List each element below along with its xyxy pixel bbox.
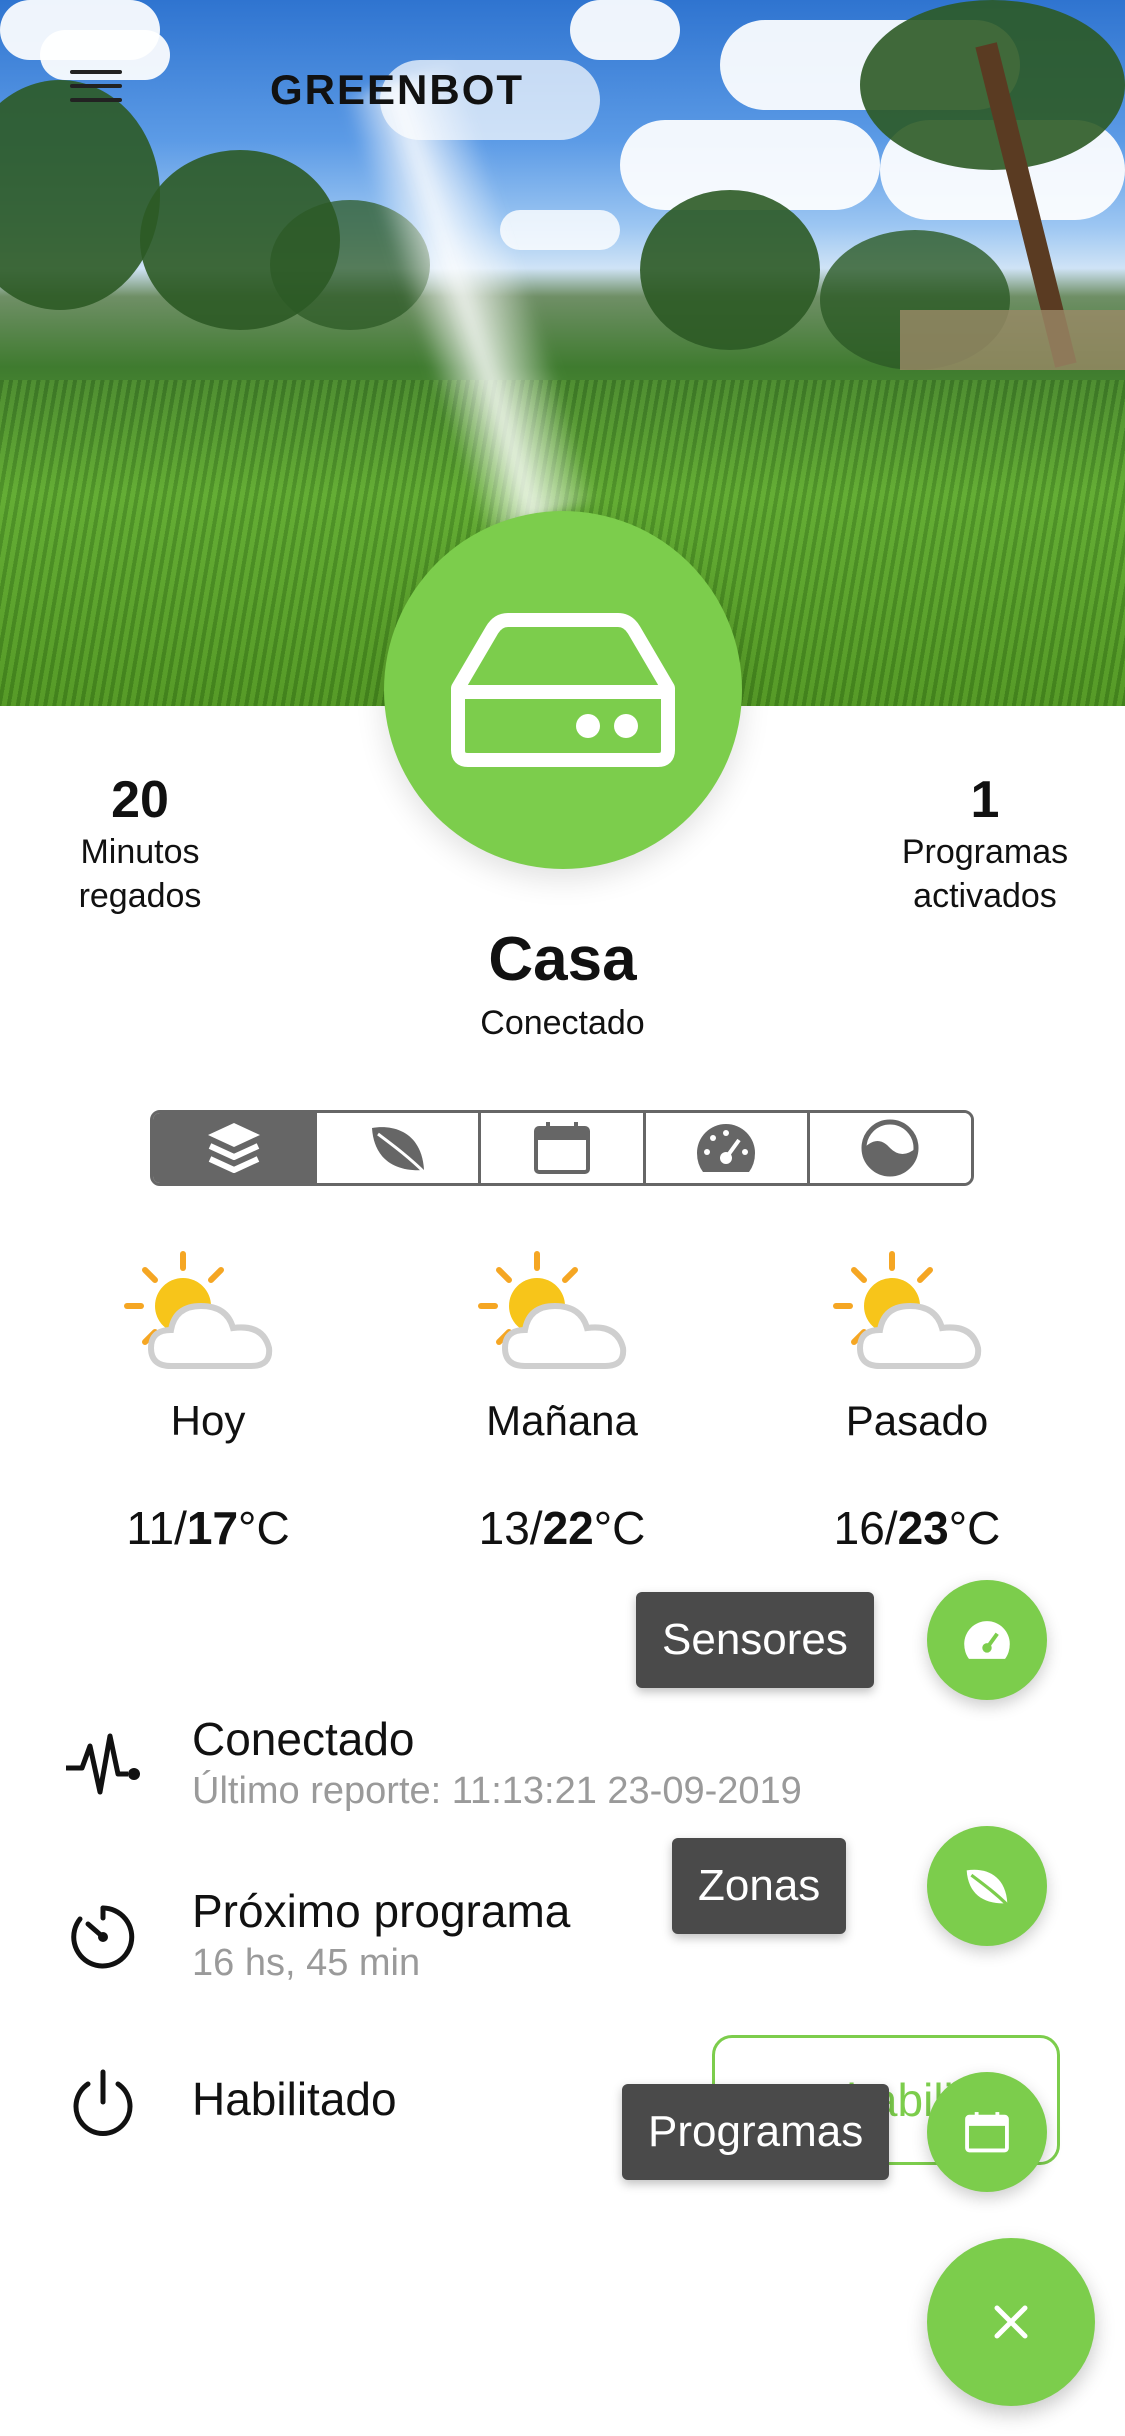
view-tabs (150, 1110, 974, 1186)
minutes-label-1: Minutos (80, 833, 200, 871)
device-avatar (384, 511, 742, 869)
connection-info: Conectado Último reporte: 11:13:21 23-09… (192, 1712, 802, 1813)
partly-cloudy-icon (124, 1251, 273, 1369)
enabled-status: Habilitado (192, 2073, 397, 2125)
speed-dial-close-button[interactable] (927, 2238, 1095, 2406)
power-icon (73, 2069, 133, 2136)
weather-temp: 11/17°C (126, 1502, 290, 1554)
tab-programs[interactable] (481, 1113, 646, 1183)
weather-day-after: Pasado 16/23°C (757, 1250, 1077, 1555)
tab-layers[interactable] (153, 1113, 318, 1183)
programs-label: Programas (622, 2084, 890, 2180)
weather-day: Hoy (170, 1397, 246, 1444)
weather-day: Mañana (486, 1397, 638, 1444)
tab-zones[interactable] (317, 1113, 482, 1183)
timer-icon (71, 1905, 135, 1969)
next-program-title: Próximo programa (192, 1885, 571, 1937)
device-name: Casa (488, 925, 637, 994)
weather-tomorrow: Mañana 13/22°C (402, 1250, 722, 1555)
zones-fab[interactable] (927, 1826, 1047, 1946)
connection-title: Conectado (192, 1713, 415, 1765)
close-icon (994, 2305, 1028, 2339)
tab-sensors[interactable] (645, 1113, 810, 1183)
next-program-info: Próximo programa 16 hs, 45 min (192, 1884, 570, 1985)
weather-temp: 16/23°C (833, 1502, 1001, 1554)
leaf-icon (966, 1869, 1010, 1908)
app-title: GREENBOT (270, 66, 525, 113)
programs-stat: 1 Programas activados (870, 770, 1100, 918)
leaf-icon (371, 1127, 427, 1176)
weather-day: Pasado (845, 1397, 989, 1444)
hamburger-menu-icon (70, 70, 122, 74)
sensors-fab[interactable] (927, 1580, 1047, 1700)
calendar-icon (534, 1122, 590, 1174)
next-program-time: 16 hs, 45 min (192, 1942, 421, 1984)
sensors-label: Sensores (636, 1592, 874, 1688)
tab-landscape[interactable] (809, 1113, 971, 1183)
device-status: Conectado (480, 1004, 645, 1042)
gauge-icon (697, 1124, 756, 1172)
programs-label-2: activados (913, 877, 1057, 915)
minutes-label-2: regados (78, 877, 202, 915)
last-report: Último reporte: 11:13:21 23-09-2019 (192, 1770, 802, 1812)
pulse-icon (66, 1733, 140, 1795)
programs-label-1: Programas (901, 833, 1069, 871)
gauge-icon (964, 1621, 1010, 1659)
calendar-icon (965, 2112, 1009, 2153)
partly-cloudy-icon (833, 1251, 982, 1369)
weather-temp: 13/22°C (478, 1502, 646, 1554)
controller-box-icon (451, 613, 675, 767)
menu-button[interactable] (70, 70, 122, 110)
layers-icon (207, 1123, 260, 1173)
landscape-circle-icon (861, 1119, 919, 1177)
programs-fab[interactable] (927, 2072, 1047, 2192)
zones-label: Zonas (672, 1838, 847, 1934)
minutes-stat: 20 Minutos regados (40, 770, 240, 918)
partly-cloudy-icon (478, 1251, 627, 1369)
weather-today: Hoy 11/17°C (48, 1250, 368, 1555)
programs-value: 1 (970, 771, 1000, 829)
minutes-value: 20 (111, 771, 169, 829)
